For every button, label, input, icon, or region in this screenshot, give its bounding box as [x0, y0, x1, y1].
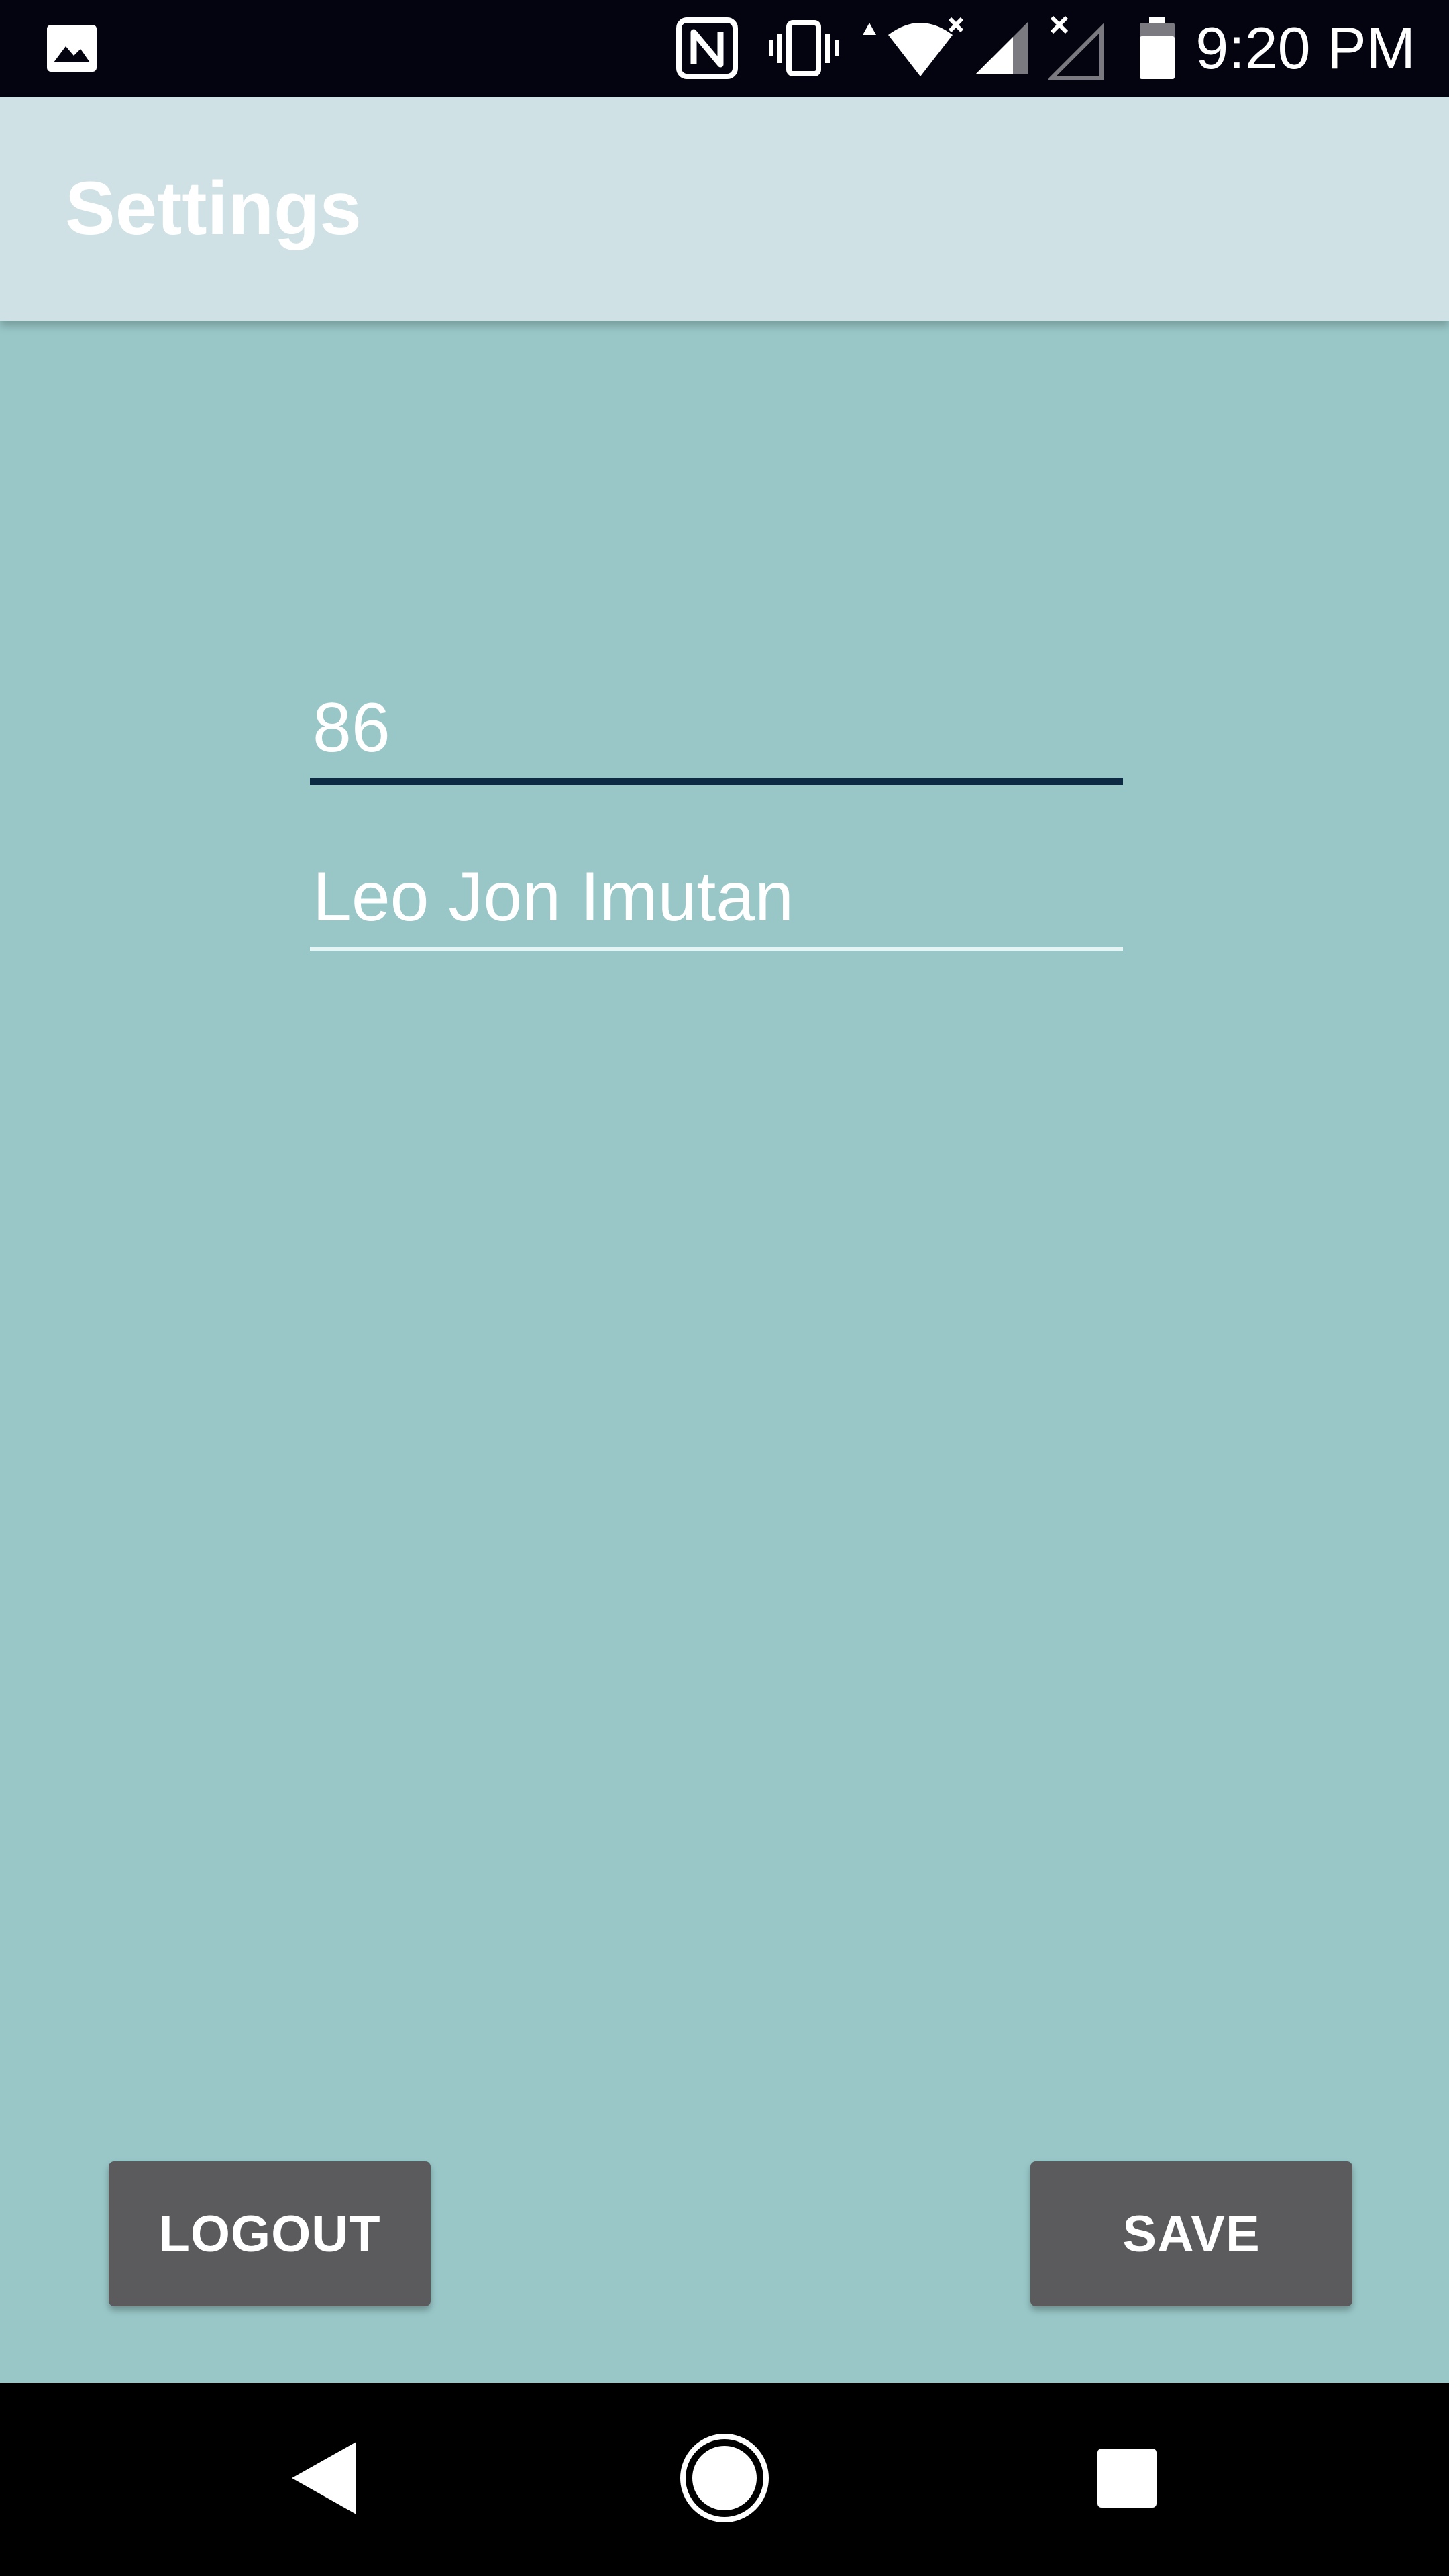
name-field-container: [310, 847, 1123, 951]
wifi-icon: [860, 0, 967, 97]
logout-button[interactable]: LOGOUT: [109, 2161, 431, 2306]
battery-icon: [1134, 0, 1181, 97]
image-notification-icon: [43, 0, 101, 97]
vibrate-icon: [765, 0, 843, 97]
navigation-bar: [0, 2383, 1449, 2576]
app-bar: Settings: [0, 97, 1449, 321]
number-field[interactable]: [310, 678, 1123, 778]
recents-icon: [1096, 2447, 1158, 2512]
number-field-container: [310, 678, 1123, 785]
signal-icon: [971, 0, 1032, 97]
status-bar: 9:20 PM: [0, 0, 1449, 97]
page-title: Settings: [65, 166, 362, 250]
recents-button[interactable]: [1046, 2383, 1208, 2576]
save-button[interactable]: SAVE: [1030, 2161, 1352, 2306]
back-icon: [286, 2438, 360, 2522]
no-signal-icon: [1046, 0, 1107, 97]
home-icon: [679, 2432, 770, 2527]
back-button[interactable]: [243, 2383, 404, 2576]
home-button[interactable]: [644, 2383, 805, 2576]
number-field-underline: [310, 778, 1123, 785]
status-time: 9:20 PM: [1195, 15, 1415, 81]
settings-screen: 9:20 PM Settings LOGOUT SAVE: [0, 0, 1449, 2576]
name-field-underline: [310, 947, 1123, 951]
name-field[interactable]: [310, 847, 1123, 947]
nfc-icon: [675, 0, 739, 97]
